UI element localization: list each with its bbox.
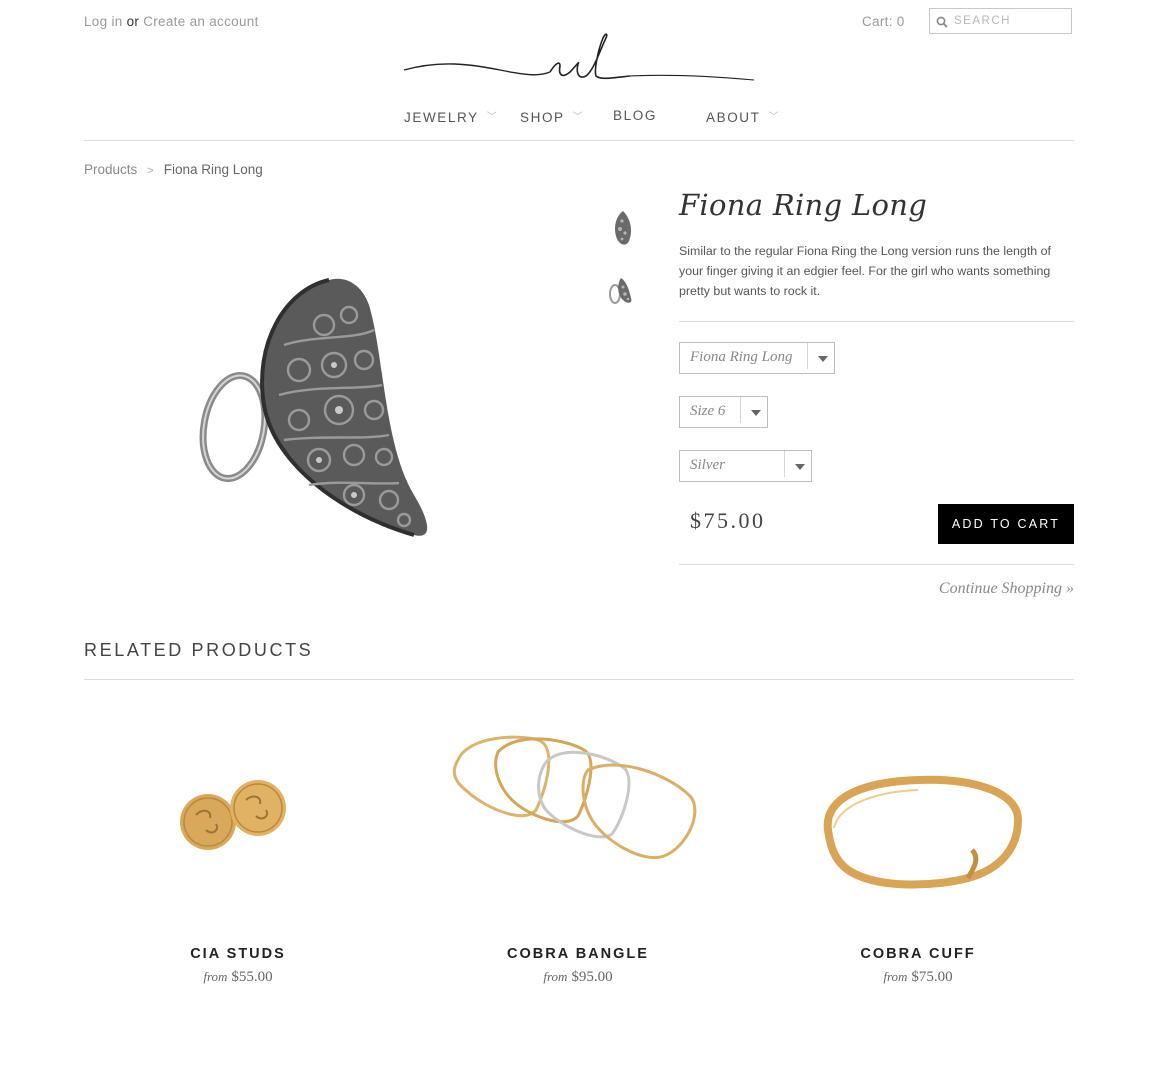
product-thumbnail-1[interactable] xyxy=(603,207,643,252)
related-name-cobra-bangle[interactable]: COBRA BANGLE xyxy=(428,946,728,962)
style-select[interactable]: Fiona Ring Long xyxy=(679,342,835,374)
breadcrumb-separator: > xyxy=(147,165,154,177)
dropdown-arrow-icon xyxy=(740,397,761,423)
nav-jewelry-label: JEWELRY xyxy=(404,110,479,125)
create-account-link[interactable]: Create an account xyxy=(143,14,258,29)
search-box xyxy=(929,8,1072,34)
related-price-cia-studs: from $55.00 xyxy=(88,969,388,986)
size-select[interactable]: Size 6 xyxy=(679,396,768,428)
related-image-cia-studs[interactable] xyxy=(88,700,388,920)
size-select-value: Size 6 xyxy=(690,403,726,419)
nav-shop[interactable]: SHOP ﹀ xyxy=(520,108,584,125)
related-image-cobra-cuff[interactable] xyxy=(768,700,1068,920)
dropdown-arrow-icon xyxy=(784,451,805,477)
style-select-value: Fiona Ring Long xyxy=(690,349,793,365)
product-price: $75.00 xyxy=(690,508,766,533)
account-links: Log in or Create an account xyxy=(84,14,259,29)
add-to-cart-button[interactable]: ADD TO CART xyxy=(938,504,1074,544)
header-divider xyxy=(84,140,1074,141)
nav-about-label: ABOUT xyxy=(706,110,761,125)
nav-blog-label: BLOG xyxy=(613,108,657,123)
price-value: $55.00 xyxy=(231,969,273,985)
nav-blog[interactable]: BLOG xyxy=(613,108,657,123)
from-label: from xyxy=(543,969,568,984)
product-thumbnail-2[interactable] xyxy=(603,270,643,315)
product-divider-top xyxy=(679,321,1074,322)
nav-about[interactable]: ABOUT ﹀ xyxy=(706,108,780,125)
search-icon xyxy=(936,16,948,28)
price-value: $75.00 xyxy=(911,969,953,985)
from-label: from xyxy=(883,969,908,984)
related-name-cobra-cuff[interactable]: COBRA CUFF xyxy=(768,946,1068,962)
related-name-cia-studs[interactable]: CIA STUDS xyxy=(88,946,388,962)
related-divider xyxy=(84,679,1074,680)
or-text: or xyxy=(126,14,140,29)
continue-shopping-link[interactable]: Continue Shopping » xyxy=(900,580,1074,598)
nav-shop-label: SHOP xyxy=(520,110,565,125)
product-divider-bottom xyxy=(679,564,1074,565)
chevron-down-icon: ﹀ xyxy=(572,112,585,123)
chevron-down-icon: ﹀ xyxy=(768,112,781,123)
breadcrumb-products-link[interactable]: Products xyxy=(84,162,137,177)
brand-logo[interactable] xyxy=(400,30,760,88)
product-main-image[interactable] xyxy=(84,195,564,620)
product-description: Similar to the regular Fiona Ring the Lo… xyxy=(679,244,1051,298)
metal-select-value: Silver xyxy=(690,457,725,473)
breadcrumb: Products > Fiona Ring Long xyxy=(84,162,263,177)
related-price-cobra-cuff: from $75.00 xyxy=(768,969,1068,986)
login-link[interactable]: Log in xyxy=(84,14,123,29)
nav-jewelry[interactable]: JEWELRY ﹀ xyxy=(404,108,498,125)
metal-select[interactable]: Silver xyxy=(679,450,812,482)
related-products-heading: RELATED PRODUCTS xyxy=(84,640,314,660)
cart-link[interactable]: Cart: 0 xyxy=(862,14,905,29)
breadcrumb-current: Fiona Ring Long xyxy=(163,162,263,177)
chevron-down-icon: ﹀ xyxy=(486,112,499,123)
from-label: from xyxy=(203,969,228,984)
related-price-cobra-bangle: from $95.00 xyxy=(428,969,728,986)
search-input[interactable] xyxy=(954,12,1066,30)
product-title: Fiona Ring Long xyxy=(679,188,928,222)
price-value: $95.00 xyxy=(571,969,613,985)
dropdown-arrow-icon xyxy=(807,343,828,369)
related-image-cobra-bangle[interactable] xyxy=(428,700,728,920)
